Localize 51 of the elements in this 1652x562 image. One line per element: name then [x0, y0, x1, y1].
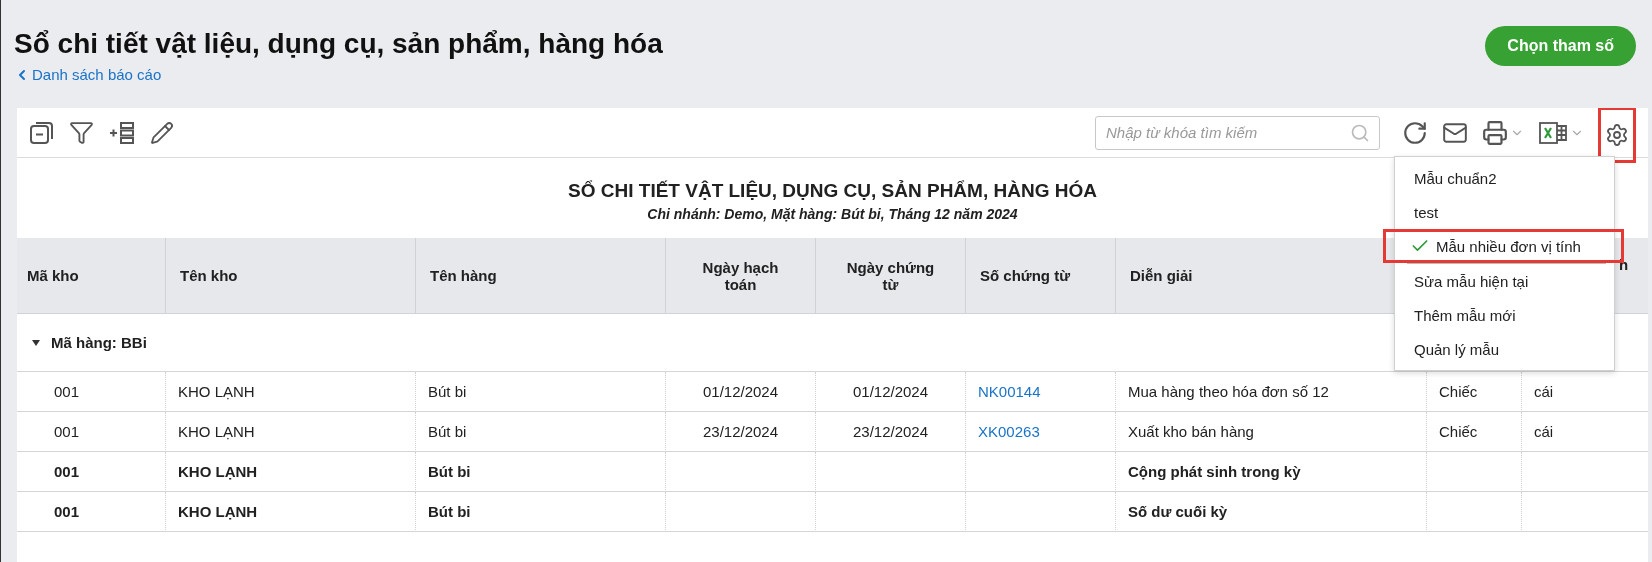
spreadsheet-icon[interactable]	[1538, 119, 1568, 146]
add-rows-icon[interactable]	[108, 119, 136, 146]
menu-item[interactable]: test	[1397, 195, 1612, 229]
page-title: Sổ chi tiết vật liệu, dụng cụ, sản phẩm, hàng hóa	[14, 27, 663, 61]
column-header: Mã kho	[17, 238, 165, 314]
edit-icon[interactable]	[150, 120, 174, 145]
menu-item[interactable]: Mẫu nhiều đơn vị tính	[1383, 229, 1624, 263]
table-cell: Bút bi	[415, 372, 665, 412]
gear-icon	[1605, 122, 1629, 147]
table-cell: cái	[1521, 372, 1648, 412]
table-cell: 001	[17, 452, 165, 492]
menu-item[interactable]: Mẫu chuẩn2	[1397, 161, 1612, 195]
column-header: Ngày hạch toán	[665, 238, 815, 314]
refresh-icon[interactable]	[1402, 119, 1428, 146]
search-field[interactable]: Nhập từ khóa tìm kiếm	[1095, 115, 1380, 150]
column-header: Tên hàng	[415, 238, 665, 314]
table-cell: Bút bi	[415, 492, 665, 532]
back-link[interactable]: Danh sách báo cáo	[14, 66, 663, 83]
column-header: Ngày chứng từ	[815, 238, 965, 314]
column-header: Số chứng từ	[965, 238, 1115, 314]
table-cell: KHO LẠNH	[165, 372, 415, 412]
voucher-link[interactable]: NK00144	[978, 383, 1041, 400]
table-cell: Mua hàng theo hóa đơn số 12	[1115, 372, 1426, 412]
report-subtitle: Chi nhánh: Demo, Mặt hàng: Bút bi, Tháng 12 năm 2024	[647, 206, 1018, 222]
menu-item[interactable]: Quản lý mẫu	[1397, 332, 1612, 366]
table-cell: Cộng phát sinh trong kỳ	[1115, 452, 1426, 492]
table-cell: Chiếc	[1426, 412, 1521, 452]
printer-icon[interactable]	[1482, 119, 1508, 146]
table-cell: KHO LẠNH	[165, 412, 415, 452]
table-cell: 001	[17, 372, 165, 412]
collapse-icon[interactable]	[29, 119, 55, 146]
table-cell: 23/12/2024	[665, 412, 815, 452]
table-cell: 01/12/2024	[815, 372, 965, 412]
table-cell: cái	[1521, 412, 1648, 452]
table-cell: 001	[17, 412, 165, 452]
table-cell: Bút bi	[415, 452, 665, 492]
filter-icon[interactable]	[69, 120, 94, 145]
group-label: Mã hàng: BBi	[51, 334, 147, 351]
table-cell: Chiếc	[1426, 372, 1521, 412]
voucher-link[interactable]: XK00263	[978, 423, 1040, 440]
table-cell: Bút bi	[415, 412, 665, 452]
table-cell: 01/12/2024	[665, 372, 815, 412]
table-cell: KHO LẠNH	[165, 492, 415, 532]
column-header: Tên kho	[165, 238, 415, 314]
table-cell: 23/12/2024	[815, 412, 965, 452]
table-cell: 001	[17, 492, 165, 532]
report-title: SỔ CHI TIẾT VẬT LIỆU, DỤNG CỤ, SẢN PHẨM, HÀNG HÓA	[568, 180, 1097, 202]
caret-down-icon[interactable]	[31, 337, 41, 348]
table-cell: Số dư cuối kỳ	[1115, 492, 1426, 532]
table-cell: KHO LẠNH	[165, 452, 415, 492]
table-cell: Xuất kho bán hàng	[1115, 412, 1426, 452]
